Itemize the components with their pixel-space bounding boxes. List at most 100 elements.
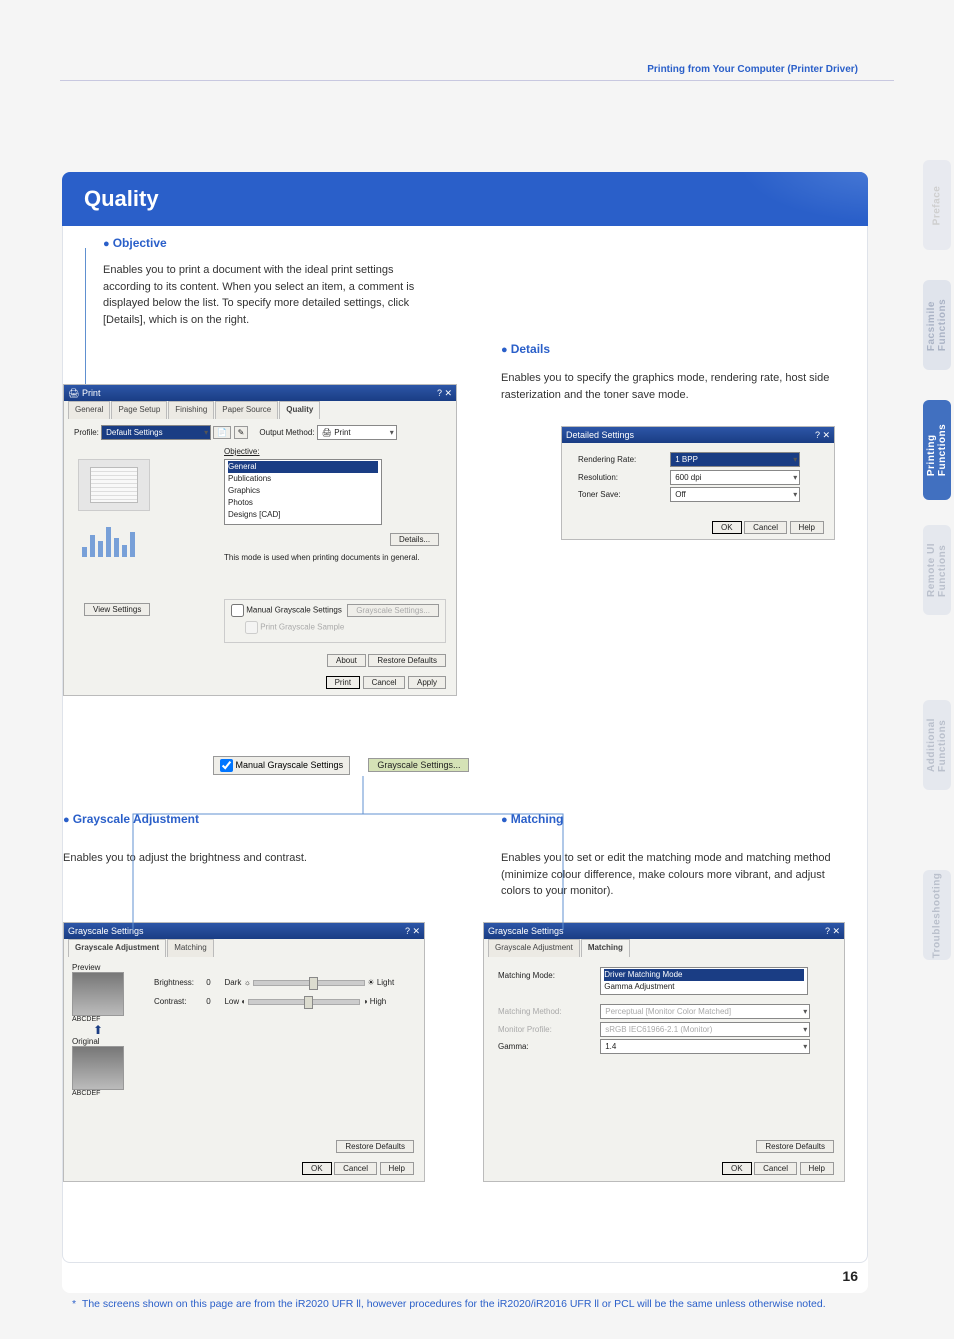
toner-save-label: Toner Save: — [578, 486, 668, 504]
ok-button[interactable]: OK — [302, 1162, 332, 1175]
resolution-select[interactable]: 600 dpi — [670, 470, 800, 485]
side-tab-label: Troubleshooting — [932, 872, 943, 958]
restore-defaults-button[interactable]: Restore Defaults — [756, 1140, 834, 1153]
preview-image-top — [72, 972, 124, 1016]
grayscale-dialog: Grayscale Settings ? ✕ Grayscale Adjustm… — [63, 922, 425, 1182]
tab-paper-source[interactable]: Paper Source — [215, 401, 278, 419]
side-tab-troubleshooting[interactable]: Troubleshooting — [923, 870, 951, 960]
tab-grayscale-adjustment[interactable]: Grayscale Adjustment — [68, 939, 166, 957]
brightness-dark-label: Dark — [224, 978, 241, 987]
window-close-icon[interactable]: ? ✕ — [815, 427, 834, 443]
page-root: Printing from Your Computer (Printer Dri… — [0, 0, 954, 1339]
restore-defaults-button[interactable]: Restore Defaults — [336, 1140, 414, 1153]
matching-mode-item-gamma[interactable]: Gamma Adjustment — [604, 981, 804, 993]
grayscale-adjustment-body: Enables you to adjust the brightness and… — [63, 850, 363, 867]
side-tab-additional[interactable]: Additional Functions — [923, 700, 951, 790]
profile-icon-1[interactable]: 📄 — [213, 426, 231, 439]
tab-matching[interactable]: Matching — [167, 939, 213, 957]
profile-select[interactable]: Default Settings — [101, 425, 211, 440]
window-title: Detailed Settings — [566, 430, 634, 440]
contrast-high-icon: ◑ — [363, 997, 368, 1006]
objective-listbox[interactable]: General Publications Graphics Photos Des… — [224, 459, 382, 525]
matching-heading: Matching — [501, 812, 563, 826]
quality-dialog: 🖨 Print ? ✕ General Page Setup Finishing… — [63, 384, 457, 696]
preview-document — [78, 459, 150, 511]
objective-item-publications[interactable]: Publications — [228, 473, 378, 485]
detailed-settings-dialog: Detailed Settings ? ✕ Rendering Rate: 1 … — [561, 426, 835, 540]
contrast-low-label: Low — [224, 997, 239, 1006]
manual-grayscale-label: Manual Grayscale Settings — [246, 606, 342, 615]
side-tab-label: Additional Functions — [926, 718, 948, 772]
objective-item-graphics[interactable]: Graphics — [228, 485, 378, 497]
tab-finishing[interactable]: Finishing — [168, 401, 214, 419]
rendering-rate-select[interactable]: 1 BPP — [670, 452, 800, 467]
objective-heading: Objective — [103, 236, 167, 250]
window-titlebar: 🖨 Print ? ✕ — [64, 385, 456, 401]
matching-mode-listbox[interactable]: Driver Matching Mode Gamma Adjustment — [600, 967, 808, 995]
ok-button[interactable]: OK — [712, 521, 742, 534]
cancel-button[interactable]: Cancel — [363, 676, 406, 689]
about-button[interactable]: About — [327, 654, 366, 667]
original-label: Original — [72, 1037, 124, 1046]
brightness-light-label: Light — [377, 978, 394, 987]
preview-image-bottom — [72, 1046, 124, 1090]
window-close-icon[interactable]: ? ✕ — [405, 923, 424, 939]
contrast-slider[interactable] — [248, 999, 360, 1005]
contrast-value: 0 — [206, 992, 222, 1011]
output-method-select[interactable]: 🖨 Print — [317, 425, 397, 440]
output-method-value: Print — [334, 428, 350, 437]
help-button[interactable]: Help — [380, 1162, 414, 1175]
cancel-button[interactable]: Cancel — [334, 1162, 377, 1175]
window-close-icon[interactable]: ? ✕ — [825, 923, 844, 939]
window-close-icon[interactable]: ? ✕ — [437, 385, 456, 401]
cancel-button[interactable]: Cancel — [754, 1162, 797, 1175]
page-number: 16 — [842, 1268, 858, 1284]
section-title: Quality — [62, 172, 868, 226]
brightness-slider[interactable] — [253, 980, 365, 986]
side-tab-label: Remote UI Functions — [926, 543, 948, 597]
side-tab-remote[interactable]: Remote UI Functions — [923, 525, 951, 615]
footnote: * The screens shown on this page are fro… — [72, 1297, 864, 1313]
matching-mode-item-driver[interactable]: Driver Matching Mode — [604, 969, 804, 981]
window-titlebar: Detailed Settings ? ✕ — [562, 427, 834, 443]
help-button[interactable]: Help — [800, 1162, 834, 1175]
view-settings-button[interactable]: View Settings — [84, 603, 150, 616]
sun-light-icon: ☀ — [367, 978, 374, 987]
tab-matching[interactable]: Matching — [581, 939, 630, 957]
ok-button[interactable]: OK — [722, 1162, 752, 1175]
callout-grayscale-settings-button[interactable]: Grayscale Settings... — [368, 758, 469, 772]
output-method-label: Output Method: — [259, 428, 314, 437]
gamma-select[interactable]: 1.4 — [600, 1039, 810, 1054]
restore-defaults-button[interactable]: Restore Defaults — [368, 654, 446, 667]
profile-icon-2[interactable]: ✎ — [234, 426, 249, 439]
objective-item-photos[interactable]: Photos — [228, 497, 378, 509]
tab-grayscale-adjustment[interactable]: Grayscale Adjustment — [488, 939, 580, 957]
preview-caption-bottom: ABCDEF — [72, 1090, 124, 1097]
objective-item-general[interactable]: General — [228, 461, 378, 473]
help-button[interactable]: Help — [790, 521, 824, 534]
dialog-tabs: Grayscale Adjustment Matching — [488, 939, 840, 957]
matching-method-label: Matching Method: — [498, 1003, 598, 1021]
objective-note: This mode is used when printing document… — [224, 553, 420, 562]
side-tab-printing[interactable]: Printing Functions — [923, 400, 951, 500]
window-title: Grayscale Settings — [488, 926, 564, 936]
preview-caption-top: ABCDEF — [72, 1016, 124, 1023]
content-inner: Objective Enables you to print a documen… — [62, 226, 868, 1263]
window-titlebar: Grayscale Settings ? ✕ — [64, 923, 424, 939]
manual-grayscale-checkbox[interactable] — [231, 604, 244, 617]
tab-page-setup[interactable]: Page Setup — [111, 401, 167, 419]
toner-save-select[interactable]: Off — [670, 487, 800, 502]
details-button[interactable]: Details... — [390, 533, 439, 546]
print-button[interactable]: Print — [326, 676, 360, 689]
side-tab-facsimile[interactable]: Facsimile Functions — [923, 280, 951, 370]
tab-quality[interactable]: Quality — [279, 401, 320, 419]
printer-icon: 🖨 — [68, 388, 82, 398]
cancel-button[interactable]: Cancel — [744, 521, 787, 534]
apply-button[interactable]: Apply — [408, 676, 446, 689]
profile-label: Profile: — [74, 428, 99, 437]
window-title: Grayscale Settings — [68, 926, 144, 936]
callout-manual-grayscale-checkbox[interactable] — [220, 759, 233, 772]
objective-item-designs[interactable]: Designs [CAD] — [228, 509, 378, 521]
tab-general[interactable]: General — [68, 401, 110, 419]
side-tab-preface[interactable]: Preface — [923, 160, 951, 250]
